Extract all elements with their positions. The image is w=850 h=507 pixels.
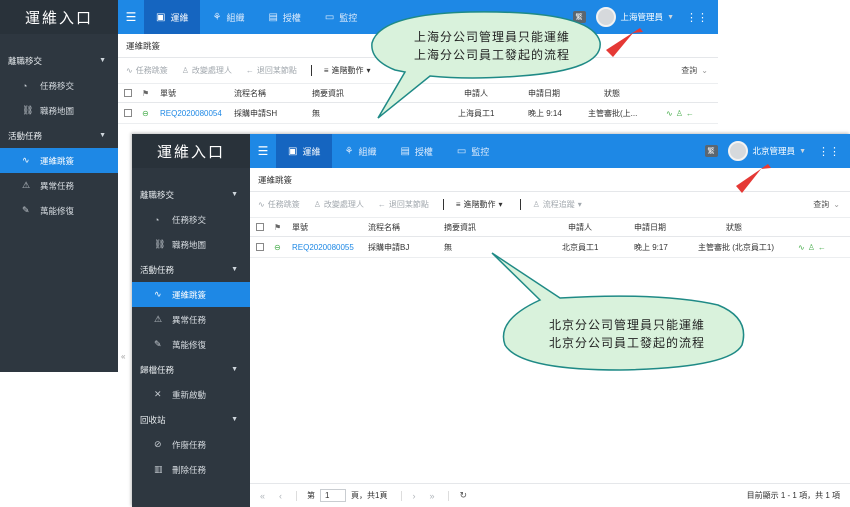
red-arrow-icon [736,164,771,193]
callout-beijing-shape [491,252,745,371]
callout-line: 北京分公司管理員只能運維 [548,318,705,332]
callout-beijing-text: 北京分公司管理員只能運維 北京分公司員工發起的流程 [522,316,732,352]
callout-line: 北京分公司員工發起的流程 [548,336,705,350]
red-arrow-icon [606,28,643,57]
callout-shanghai-text: 上海分公司管理員只能運維 上海分公司員工發起的流程 [392,28,592,64]
callout-line: 上海分公司員工發起的流程 [413,48,570,62]
callout-shanghai [371,11,771,371]
callout-line: 上海分公司管理員只能運維 [413,30,570,44]
